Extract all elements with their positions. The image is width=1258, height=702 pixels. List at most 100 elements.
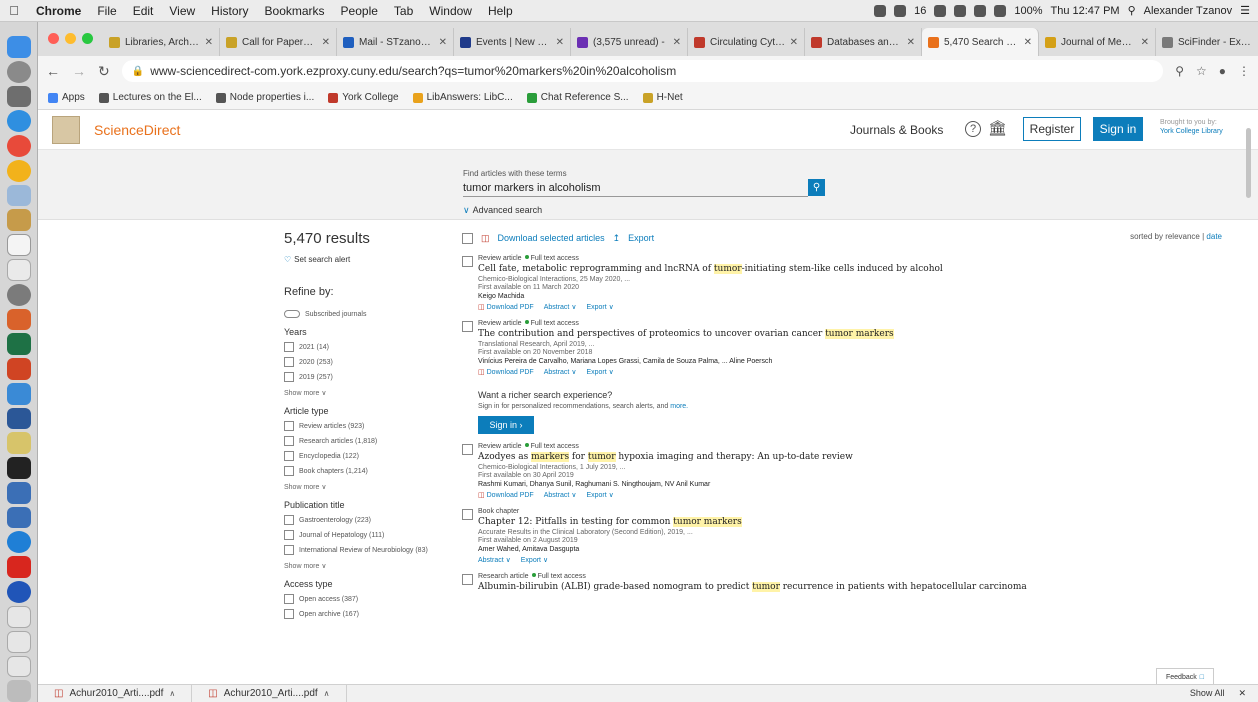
- close-icon[interactable]: ✕: [673, 37, 681, 48]
- chrome-menu-icon[interactable]: ⋮: [1238, 64, 1250, 78]
- bookmark-item[interactable]: Chat Reference S...: [526, 92, 629, 103]
- bookmark-item[interactable]: Node properties i...: [215, 92, 314, 103]
- sort-relevance[interactable]: sorted by relevance |: [1130, 232, 1204, 241]
- status-icon[interactable]: [894, 4, 907, 17]
- toggle-switch[interactable]: [284, 310, 300, 318]
- wifi-icon[interactable]: [974, 4, 987, 17]
- notification-center-icon[interactable]: ☰: [1240, 4, 1250, 17]
- zoom-window-button[interactable]: [82, 33, 93, 44]
- textedit-icon[interactable]: [6, 258, 31, 281]
- result-checkbox[interactable]: [462, 444, 473, 455]
- download-pdf-link[interactable]: ◫ Download PDF: [478, 368, 534, 376]
- document-icon[interactable]: [6, 630, 31, 653]
- abstract-link[interactable]: Abstract ∨: [544, 368, 577, 376]
- export-link[interactable]: Export ∨: [521, 556, 548, 564]
- abstract-link[interactable]: Abstract ∨: [478, 556, 511, 564]
- facet-option[interactable]: Open archive (167): [284, 609, 454, 619]
- close-icon[interactable]: ✕: [1238, 688, 1246, 699]
- menu-bookmarks[interactable]: Bookmarks: [257, 4, 333, 18]
- facet-option[interactable]: International Review of Neurobiology (83…: [284, 545, 454, 555]
- abstract-link[interactable]: Abstract ∨: [544, 303, 577, 311]
- browser-tab[interactable]: Call for Papers: M ✕: [220, 28, 337, 56]
- ring-icon[interactable]: [6, 531, 31, 554]
- clock[interactable]: Thu 12:47 PM: [1051, 5, 1120, 17]
- profile-icon[interactable]: ●: [1219, 64, 1226, 78]
- menu-tab[interactable]: Tab: [386, 4, 421, 18]
- browser-tab[interactable]: Journal of Medicin ✕: [1039, 28, 1156, 56]
- close-icon[interactable]: ✕: [556, 37, 564, 48]
- select-all-checkbox[interactable]: [462, 232, 473, 244]
- bookmark-item[interactable]: York College: [328, 92, 399, 103]
- facet-option[interactable]: Gastroenterology (223): [284, 515, 454, 525]
- status-icon[interactable]: [954, 4, 967, 17]
- user-name[interactable]: Alexander Tzanov: [1144, 5, 1232, 17]
- document-icon[interactable]: [6, 655, 31, 678]
- show-all-button[interactable]: Show All: [1190, 688, 1225, 699]
- result-checkbox[interactable]: [462, 256, 473, 267]
- volume-icon[interactable]: [994, 4, 1007, 17]
- result-title-link[interactable]: Cell fate, metabolic reprogramming and l…: [478, 264, 1222, 274]
- facet-checkbox[interactable]: [284, 466, 294, 476]
- facet-checkbox[interactable]: [284, 372, 294, 382]
- status-icon[interactable]: [874, 4, 887, 17]
- export-link[interactable]: Export: [628, 233, 654, 243]
- pubs-show-more[interactable]: Show more ∨: [284, 562, 454, 570]
- facet-checkbox[interactable]: [284, 594, 294, 604]
- years-show-more[interactable]: Show more ∨: [284, 389, 454, 397]
- powerpoint-icon[interactable]: [6, 358, 31, 380]
- people-icon[interactable]: [6, 382, 31, 405]
- browser-tab[interactable]: Databases and m ✕: [805, 28, 922, 56]
- institution-icon[interactable]: 🏛: [988, 119, 1007, 137]
- apple-menu-icon[interactable]: : [0, 3, 28, 18]
- close-icon[interactable]: ✕: [907, 37, 915, 48]
- result-checkbox[interactable]: [462, 509, 473, 520]
- advanced-search-link[interactable]: ∨ Advanced search: [463, 205, 542, 216]
- page-scrollbar[interactable]: [1245, 110, 1252, 684]
- chevron-up-icon[interactable]: ∧: [324, 689, 330, 698]
- safari-icon[interactable]: [6, 110, 31, 132]
- close-icon[interactable]: ✕: [1141, 37, 1149, 48]
- menu-app-name[interactable]: Chrome: [28, 4, 89, 18]
- browser-tab[interactable]: Circulating Cytokin ✕: [688, 28, 805, 56]
- close-icon[interactable]: ✕: [322, 37, 330, 48]
- download-pdf-link[interactable]: ◫ Download PDF: [478, 303, 534, 311]
- excel-icon[interactable]: [6, 333, 31, 356]
- matlab-icon[interactable]: [6, 308, 31, 331]
- download-pdf-link[interactable]: ◫ Download PDF: [478, 491, 534, 499]
- export-link[interactable]: Export ∨: [586, 303, 613, 311]
- scrollbar-thumb[interactable]: [1246, 128, 1251, 198]
- calendar-icon[interactable]: [6, 234, 31, 256]
- close-icon[interactable]: ✕: [439, 37, 447, 48]
- acrobat-icon[interactable]: [6, 556, 31, 578]
- bookmark-item[interactable]: H-Net: [642, 92, 683, 103]
- sort-date-link[interactable]: date: [1206, 232, 1222, 241]
- result-title-link[interactable]: Azodyes as markers for tumor hypoxia ima…: [478, 452, 1222, 462]
- sciencedirect-brand[interactable]: ScienceDirect: [94, 122, 180, 138]
- menu-view[interactable]: View: [161, 4, 203, 18]
- feedback-button[interactable]: Feedback □: [1156, 668, 1214, 684]
- promo-sign-in-button[interactable]: Sign in ›: [478, 416, 534, 434]
- result-title-link[interactable]: Albumin-bilirubin (ALBI) grade-based nom…: [478, 582, 1222, 592]
- launchpad-icon[interactable]: [6, 60, 31, 83]
- menu-edit[interactable]: Edit: [125, 4, 162, 18]
- facet-option[interactable]: Review articles (923): [284, 421, 454, 431]
- result-checkbox[interactable]: [462, 574, 473, 585]
- menu-file[interactable]: File: [89, 4, 124, 18]
- facet-option[interactable]: 2019 (257): [284, 372, 454, 382]
- download-item[interactable]: ◫ Achur2010_Arti....pdf ∧: [38, 684, 193, 702]
- facet-checkbox[interactable]: [284, 545, 294, 555]
- facet-option[interactable]: Journal of Hepatology (111): [284, 530, 454, 540]
- browser-tab[interactable]: Mail - STzanova@ ✕: [337, 28, 454, 56]
- types-show-more[interactable]: Show more ∨: [284, 483, 454, 491]
- facet-checkbox[interactable]: [284, 421, 294, 431]
- map-icon[interactable]: [6, 432, 31, 455]
- facet-checkbox[interactable]: [284, 436, 294, 446]
- close-icon[interactable]: ✕: [1024, 37, 1032, 48]
- facet-option[interactable]: Encyclopedia (122): [284, 451, 454, 461]
- browser-tab[interactable]: SciFinder - Explor✕: [1156, 28, 1258, 56]
- facet-checkbox[interactable]: [284, 515, 294, 525]
- register-button[interactable]: Register: [1023, 117, 1081, 141]
- bookmark-item[interactable]: Apps: [48, 92, 85, 103]
- table-app-icon[interactable]: [6, 481, 31, 504]
- finder-icon[interactable]: [6, 36, 31, 58]
